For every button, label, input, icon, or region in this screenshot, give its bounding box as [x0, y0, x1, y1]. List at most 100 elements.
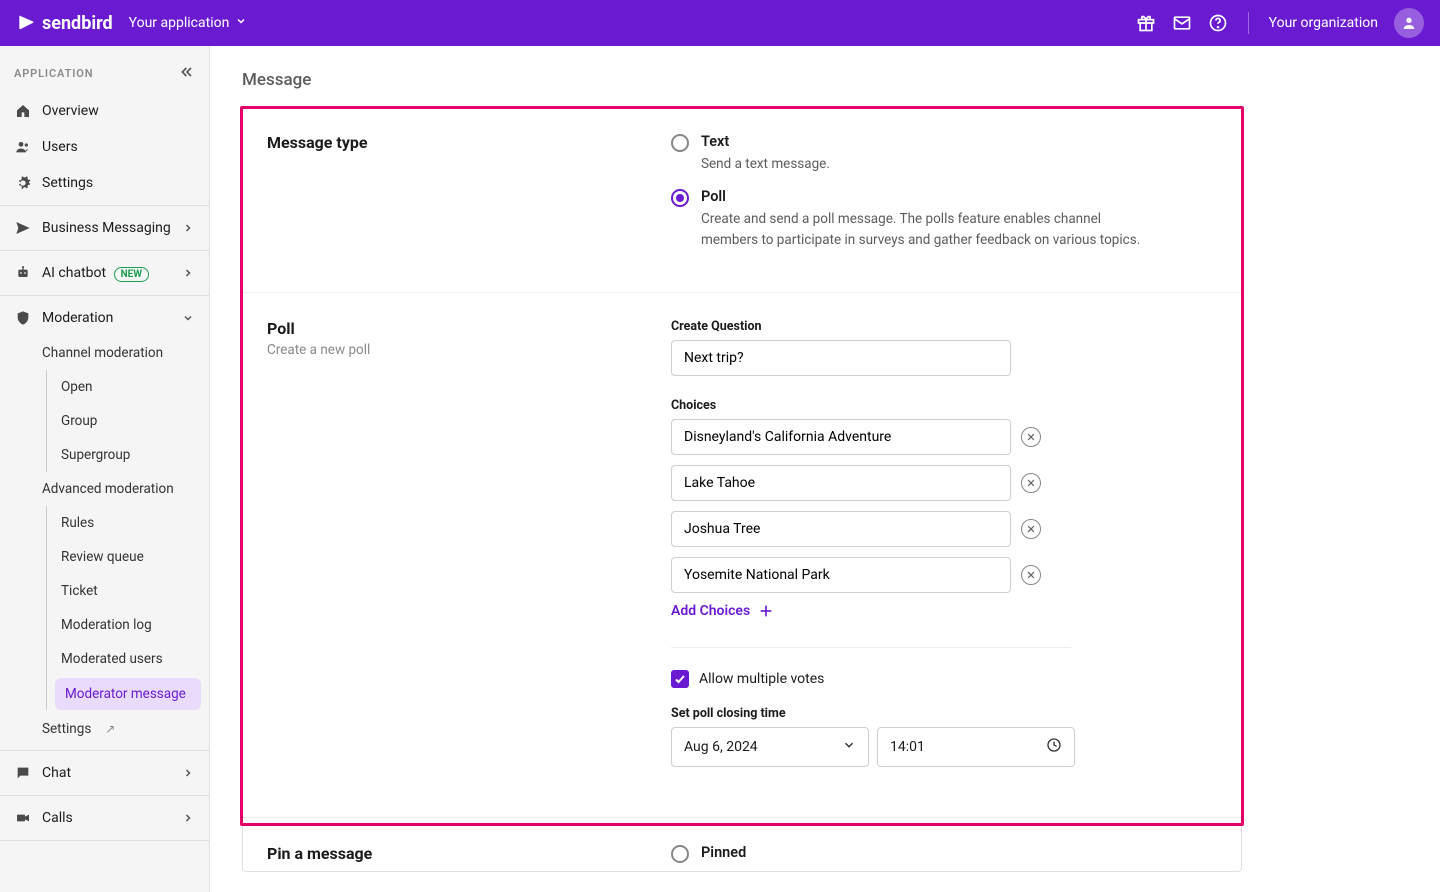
radio-text[interactable]: [671, 134, 689, 152]
brand-logo[interactable]: sendbird: [16, 13, 113, 34]
nav-rules[interactable]: Rules: [47, 506, 209, 540]
nav-moderated-users[interactable]: Moderated users: [47, 642, 209, 676]
add-choices-label: Add Choices: [671, 603, 750, 619]
avatar[interactable]: [1394, 8, 1424, 38]
clock-icon: [1046, 737, 1062, 757]
nav-advanced-moderation[interactable]: Advanced moderation: [0, 472, 209, 506]
section-pin: Pin a message Pinned: [243, 817, 1241, 871]
poll-label: Poll: [267, 319, 647, 338]
nav-label: Business Messaging: [42, 220, 171, 236]
chevron-right-icon: [181, 811, 195, 825]
choice-row: [671, 557, 1209, 593]
question-label: Create Question: [671, 319, 1209, 334]
add-choices-button[interactable]: Add Choices: [671, 603, 1209, 619]
choice-row: [671, 419, 1209, 455]
shield-icon: [14, 309, 32, 327]
question-input[interactable]: [671, 340, 1011, 376]
send-icon: [14, 219, 32, 237]
video-icon: [14, 809, 32, 827]
nav-channel-moderation[interactable]: Channel moderation: [0, 336, 209, 370]
plus-icon: [758, 603, 774, 619]
closing-date-value: Aug 6, 2024: [684, 739, 758, 755]
nav-users[interactable]: Users: [0, 129, 209, 165]
nav-label: Overview: [42, 103, 195, 119]
radio-poll-desc: Create and send a poll message. The poll…: [701, 209, 1141, 250]
app-switcher[interactable]: Your application: [129, 15, 248, 31]
gift-icon[interactable]: [1136, 13, 1156, 33]
nav-label: Chat: [42, 765, 171, 781]
closing-time-label: Set poll closing time: [671, 706, 1209, 721]
top-header: sendbird Your application Your organizat…: [0, 0, 1440, 46]
nav-settings[interactable]: Settings: [0, 165, 209, 201]
nav-supergroup[interactable]: Supergroup: [47, 438, 209, 472]
nav-group[interactable]: Group: [47, 404, 209, 438]
nav-chat[interactable]: Chat: [0, 755, 209, 791]
chevron-right-icon: [181, 266, 195, 280]
nav-label: Calls: [42, 810, 171, 826]
message-form-card: Message type Text Send a text message.: [242, 106, 1242, 872]
header-divider: [1248, 12, 1249, 34]
mail-icon[interactable]: [1172, 13, 1192, 33]
nav-ticket[interactable]: Ticket: [47, 574, 209, 608]
section-message-type: Message type Text Send a text message.: [243, 107, 1241, 292]
choices-label: Choices: [671, 398, 1209, 413]
nav-moderation-log[interactable]: Moderation log: [47, 608, 209, 642]
closing-time-value: 14:01: [890, 739, 925, 755]
choice-input-0[interactable]: [671, 419, 1011, 455]
closing-time-input[interactable]: 14:01: [877, 727, 1075, 767]
gear-icon: [14, 174, 32, 192]
home-icon: [14, 102, 32, 120]
chevron-down-icon: [235, 15, 247, 31]
poll-sublabel: Create a new poll: [267, 342, 647, 358]
main-content: Message Message type Text Send a text me…: [210, 46, 1440, 892]
choice-input-3[interactable]: [671, 557, 1011, 593]
remove-choice-icon[interactable]: [1021, 473, 1041, 493]
pin-label: Pin a message: [267, 844, 647, 863]
radio-pinned[interactable]: [671, 845, 689, 863]
nav-label: Moderator message: [65, 686, 186, 702]
nav-moderation[interactable]: Moderation: [0, 300, 209, 336]
brand-name: sendbird: [42, 13, 113, 34]
message-type-label: Message type: [267, 133, 647, 152]
nav-calls[interactable]: Calls: [0, 800, 209, 836]
collapse-sidebar-icon[interactable]: [179, 64, 195, 83]
nav-overview[interactable]: Overview: [0, 93, 209, 129]
sendbird-logo-icon: [16, 13, 36, 33]
choice-input-2[interactable]: [671, 511, 1011, 547]
nav-label: Users: [42, 139, 195, 155]
remove-choice-icon[interactable]: [1021, 565, 1041, 585]
bot-icon: [14, 264, 32, 282]
closing-date-input[interactable]: Aug 6, 2024: [671, 727, 869, 767]
nav-moderation-settings[interactable]: Settings ↗: [0, 712, 209, 746]
page-title: Message: [242, 70, 1440, 90]
chat-icon: [14, 764, 32, 782]
nav-ai-chatbot[interactable]: AI chatbot NEW: [0, 255, 209, 291]
new-badge: NEW: [114, 267, 149, 282]
allow-multiple-checkbox[interactable]: [671, 670, 689, 688]
section-poll: Poll Create a new poll Create Question C…: [243, 292, 1241, 817]
sidebar-section-label: APPLICATION: [14, 67, 93, 80]
divider: [671, 647, 1071, 648]
remove-choice-icon[interactable]: [1021, 519, 1041, 539]
org-label[interactable]: Your organization: [1269, 15, 1378, 31]
nav-moderator-message[interactable]: Moderator message: [55, 678, 201, 710]
nav-label: Settings: [42, 721, 91, 737]
radio-text-desc: Send a text message.: [701, 154, 830, 174]
choice-row: [671, 465, 1209, 501]
nav-business-messaging[interactable]: Business Messaging: [0, 210, 209, 246]
external-link-icon: ↗: [105, 722, 115, 736]
app-switcher-label: Your application: [129, 15, 230, 31]
radio-poll-title: Poll: [701, 188, 1141, 205]
choice-input-1[interactable]: [671, 465, 1011, 501]
nav-label: AI chatbot NEW: [42, 265, 171, 282]
sidebar-section-application: APPLICATION: [0, 46, 209, 93]
chevron-right-icon: [181, 221, 195, 235]
allow-multiple-label: Allow multiple votes: [699, 671, 824, 687]
help-icon[interactable]: [1208, 13, 1228, 33]
radio-poll[interactable]: [671, 189, 689, 207]
nav-open[interactable]: Open: [47, 370, 209, 404]
users-icon: [14, 138, 32, 156]
chevron-down-icon: [842, 738, 856, 756]
nav-review-queue[interactable]: Review queue: [47, 540, 209, 574]
remove-choice-icon[interactable]: [1021, 427, 1041, 447]
